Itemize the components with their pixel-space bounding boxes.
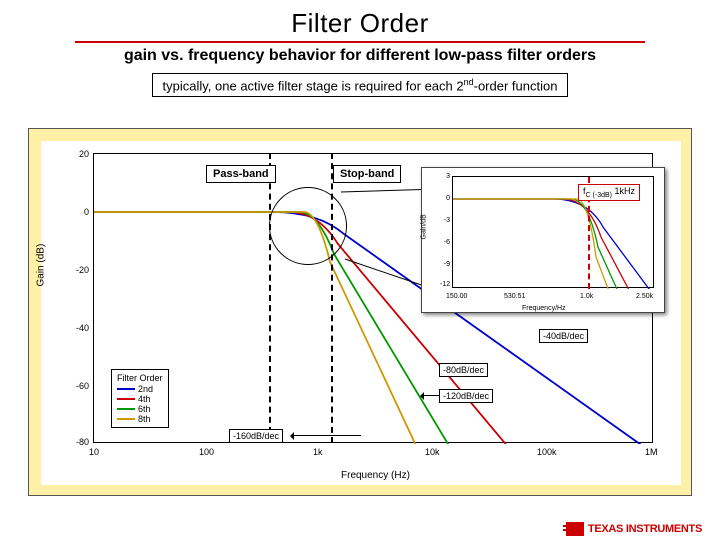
slope-80: -80dB/dec: [439, 363, 488, 377]
x-tick: 100: [199, 447, 214, 457]
note-box: typically, one active filter stage is re…: [152, 73, 569, 97]
knee-circle: [269, 187, 347, 265]
legend-title: Filter Order: [117, 373, 163, 383]
y-tick: 20: [65, 149, 89, 159]
arrow-icon: [421, 395, 439, 396]
slide: Filter Order gain vs. frequency behavior…: [0, 8, 720, 548]
slope-120: -120dB/dec: [439, 389, 493, 403]
inset-ytick: 3: [440, 173, 450, 180]
x-tick: 10k: [425, 447, 440, 457]
legend-row: 4th: [117, 394, 163, 404]
inset-xtick: 2.50k: [636, 293, 653, 300]
x-tick: 1k: [313, 447, 323, 457]
y-tick: 0: [65, 207, 89, 217]
title-underline: [75, 41, 645, 43]
legend-swatch: [117, 408, 135, 410]
slide-title: Filter Order: [0, 8, 720, 39]
legend-swatch: [117, 418, 135, 420]
legend-row: 2nd: [117, 384, 163, 394]
passband-label: Pass-band: [206, 165, 276, 183]
note-text: typically, one active filter stage is re…: [163, 78, 464, 93]
ti-logo: TEXAS INSTRUMENTS: [566, 522, 702, 536]
x-tick: 1M: [645, 447, 658, 457]
slope-160: -160dB/dec: [229, 429, 283, 443]
arrow-icon: [291, 435, 361, 436]
slope-40: -40dB/dec: [539, 329, 588, 343]
x-tick: 10: [89, 447, 99, 457]
y-axis-label: Gain (dB): [36, 244, 47, 287]
ti-chip-icon: [566, 522, 584, 536]
y-tick: -20: [65, 265, 89, 275]
inset-ytick: -3: [440, 217, 450, 224]
inset-ytick: -6: [440, 239, 450, 246]
x-axis-label: Frequency (Hz): [341, 470, 410, 481]
inset-xtick: 150.00: [446, 293, 467, 300]
legend-row: 8th: [117, 414, 163, 424]
ti-text: TEXAS INSTRUMENTS: [588, 523, 702, 535]
legend-swatch: [117, 398, 135, 400]
y-tick: -80: [65, 437, 89, 447]
inset-y-label: Gain/dB: [421, 214, 428, 239]
y-tick: -40: [65, 323, 89, 333]
inset-ytick: -9: [440, 261, 450, 268]
inset-x-label: Frequency/Hz: [522, 305, 566, 312]
slide-subtitle: gain vs. frequency behavior for differen…: [0, 47, 720, 65]
note-tail: -order function: [474, 78, 558, 93]
inset-xtick: 1.0k: [580, 293, 593, 300]
inset-chart: Gain/dB Frequency/Hz 3 0 -3 -6 -9 -12 15…: [421, 167, 665, 313]
inset-xtick: 530.51: [504, 293, 525, 300]
inset-ytick: 0: [440, 195, 450, 202]
y-tick: -60: [65, 381, 89, 391]
x-tick: 100k: [537, 447, 557, 457]
stopband-label: Stop-band: [333, 165, 401, 183]
chart-frame: Gain (dB) Frequency (Hz) 20 0 -20 -40 -6…: [28, 128, 692, 496]
legend: Filter Order 2nd 4th 6th 8th: [111, 369, 169, 428]
note-sup: nd: [464, 77, 474, 87]
fc-label: fC (-3dB) 1kHz: [578, 184, 640, 201]
passband-separator: [269, 153, 271, 443]
legend-swatch: [117, 388, 135, 390]
inset-ytick: -12: [440, 281, 450, 288]
legend-row: 6th: [117, 404, 163, 414]
main-chart: Gain (dB) Frequency (Hz) 20 0 -20 -40 -6…: [41, 141, 681, 485]
